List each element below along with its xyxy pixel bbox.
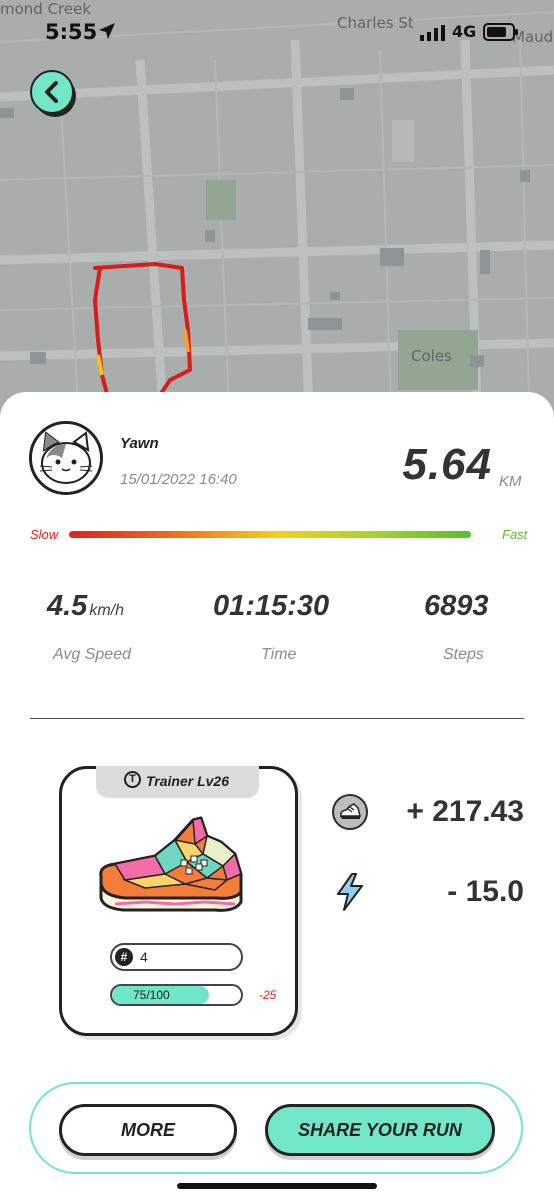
steps-label: Steps [443, 646, 484, 663]
cat-avatar-icon [32, 424, 100, 492]
distance-value: 5.64 [402, 440, 492, 489]
username: Yawn [120, 435, 159, 452]
back-button[interactable] [28, 68, 80, 120]
route-map[interactable]: mond Creek Charles St Maud Coles [0, 0, 554, 440]
location-arrow-icon [99, 23, 115, 39]
gst-earned-value: + 217.43 [406, 795, 524, 828]
trainer-type-badge: T [124, 771, 141, 788]
durability-value: 75/100 [133, 988, 170, 1002]
duration-label: Time [261, 646, 297, 663]
avg-speed-label: Avg Speed [53, 646, 131, 663]
sneaker-image [99, 816, 243, 912]
avg-speed-value: 4.5 km/h [47, 590, 124, 623]
network-type: 4G [452, 22, 477, 41]
more-button[interactable]: MORE [59, 1104, 237, 1156]
energy-spent-value: - 15.0 [447, 875, 524, 908]
durability-change: -25 [259, 988, 277, 1002]
run-datetime: 15/01/2022 16:40 [120, 471, 237, 488]
status-time: 5:55 [45, 20, 98, 44]
pace-slow-label: Slow [30, 527, 59, 542]
map-label-coles: Coles [411, 347, 452, 365]
section-divider [30, 718, 524, 719]
shoe-coin-icon [340, 803, 361, 819]
signal-strength-icon [420, 25, 445, 41]
pace-gradient-bar [69, 531, 471, 538]
distance-unit: KM [499, 473, 522, 490]
mint-hash-icon: # [115, 948, 133, 966]
gst-token-icon [332, 794, 368, 830]
avg-speed-number: 4.5 [47, 590, 88, 622]
energy-bolt-icon [337, 873, 363, 911]
home-indicator[interactable] [177, 1183, 377, 1189]
durability-bar [110, 984, 243, 1006]
avatar[interactable] [29, 421, 103, 495]
pace-fast-label: Fast [502, 527, 528, 542]
status-bar: 5:55 4G [0, 0, 554, 60]
map-streets [0, 0, 554, 440]
share-run-button[interactable]: SHARE YOUR RUN [265, 1104, 495, 1156]
battery-icon [483, 23, 518, 41]
steps-value: 6893 [424, 590, 489, 622]
mint-count-value: 4 [140, 949, 148, 965]
avg-speed-unit: km/h [89, 602, 124, 619]
sneaker-title: Trainer Lv26 [146, 773, 230, 789]
duration-value: 01:15:30 [213, 590, 330, 622]
